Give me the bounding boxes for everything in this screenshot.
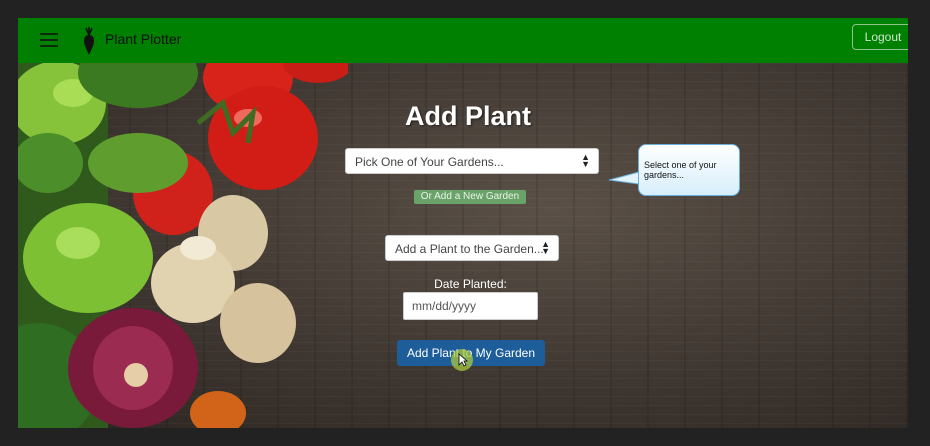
date-planted-label: Date Planted:: [434, 277, 507, 291]
plant-select[interactable]: Add a Plant to the Garden... ▲ ▼: [385, 235, 559, 261]
page-title: Add Plant: [405, 101, 531, 131]
hamburger-icon[interactable]: [40, 33, 58, 47]
background-image: Add Plant Pick One of Your Gardens... ▲ ▼…: [18, 63, 908, 428]
vegetables-image: [18, 63, 348, 428]
tooltip-tail: [608, 171, 640, 185]
logout-button[interactable]: Logout: [852, 24, 908, 50]
garden-select[interactable]: Pick One of Your Gardens... ▲ ▼: [345, 148, 599, 174]
add-new-garden-button[interactable]: Or Add a New Garden: [414, 190, 526, 204]
select-arrows-icon: ▲ ▼: [581, 152, 590, 169]
carrot-icon: [84, 27, 94, 55]
brand-name[interactable]: Plant Plotter: [105, 31, 181, 47]
plant-select-value: Add a Plant to the Garden...: [395, 242, 544, 256]
app-window: Plant Plotter Logout Add Plant Pick One …: [18, 18, 908, 428]
tooltip-text: Select one of your gardens...: [644, 160, 717, 180]
tooltip: Select one of your gardens...: [638, 144, 740, 196]
navbar: Plant Plotter Logout: [18, 18, 908, 63]
date-planted-input[interactable]: mm/dd/yyyy: [403, 292, 538, 320]
mouse-cursor-icon: [458, 353, 468, 367]
garden-select-value: Pick One of Your Gardens...: [355, 155, 504, 169]
select-arrows-icon: ▲ ▼: [541, 239, 550, 256]
